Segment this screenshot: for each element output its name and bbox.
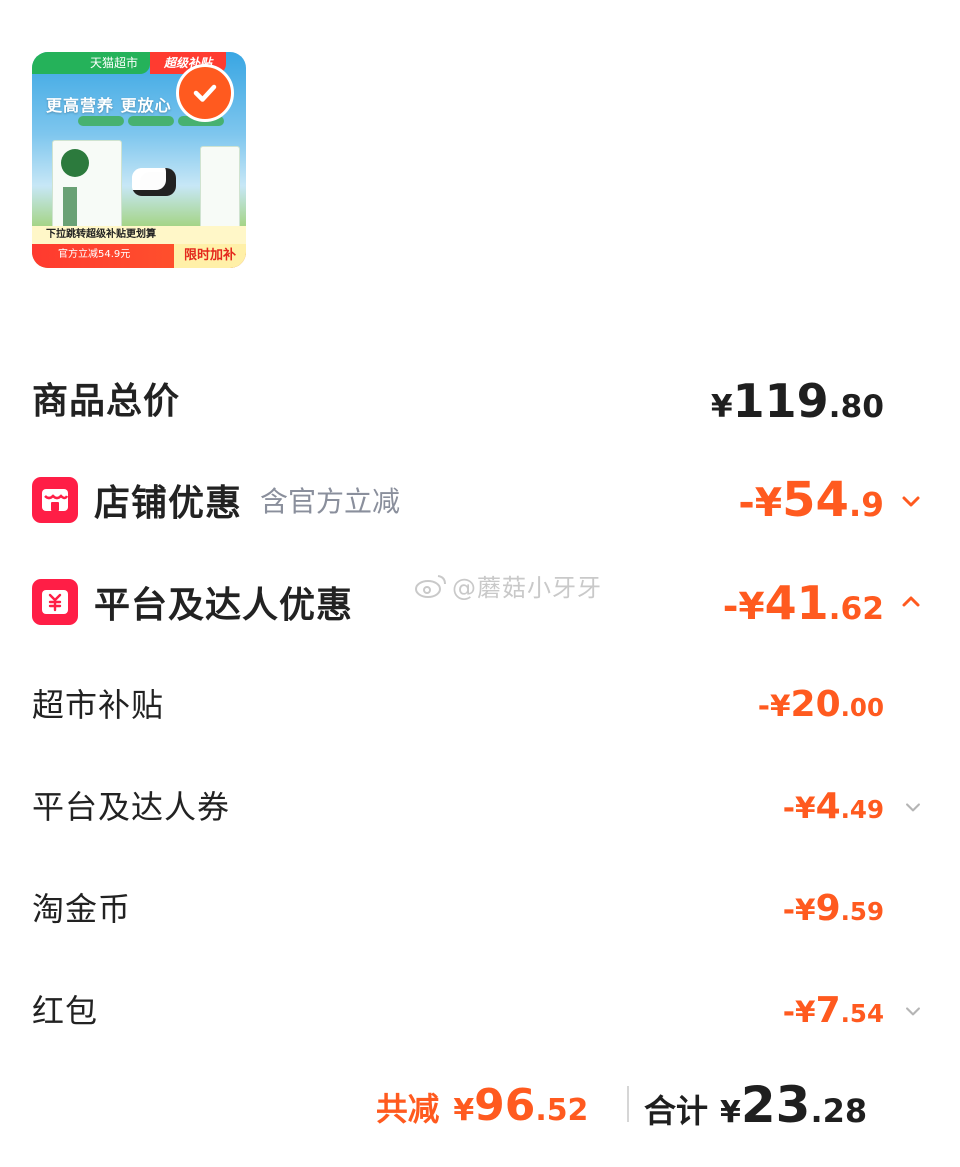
sub-discount-row: 淘金币 -¥9.59 bbox=[32, 884, 924, 929]
sub-discount-row[interactable]: 平台及达人券 -¥4.49 bbox=[32, 782, 924, 827]
platform-discount-int: 41 bbox=[764, 576, 829, 630]
store-discount-price: -¥54.9 bbox=[738, 472, 884, 528]
sub-discount-dec: .00 bbox=[840, 693, 884, 722]
sub-discount-currency: -¥ bbox=[782, 791, 816, 825]
sub-discount-dec: .54 bbox=[840, 999, 884, 1028]
sub-discount-int: 7 bbox=[815, 990, 841, 1031]
watermark: @蘑菇小牙牙 bbox=[414, 568, 602, 603]
saved-amount: 共减 ¥96.52 bbox=[376, 1080, 588, 1131]
grand-total-int: 23 bbox=[740, 1076, 811, 1134]
chevron-up-icon[interactable] bbox=[898, 588, 924, 614]
sub-discount-int: 4 bbox=[815, 786, 841, 827]
watermark-text: @蘑菇小牙牙 bbox=[452, 574, 602, 602]
store-tag: 天猫超市 超级补贴 bbox=[32, 52, 226, 74]
total-currency: ¥ bbox=[710, 389, 733, 425]
sub-discount-dec: .59 bbox=[840, 897, 884, 926]
sub-discount-currency: -¥ bbox=[782, 995, 816, 1029]
saved-dec: .52 bbox=[535, 1093, 589, 1128]
product-headline: 更高营养 更放心 bbox=[46, 96, 172, 115]
store-tag-text: 天猫超市 bbox=[90, 56, 139, 70]
saved-int: 96 bbox=[474, 1080, 536, 1131]
sub-discount-currency: -¥ bbox=[782, 893, 816, 927]
promo-line: 下拉跳转超级补贴更划算 bbox=[32, 226, 246, 244]
total-row: 商品总价 ¥119.80 bbox=[32, 372, 924, 428]
sub-discount-row: 超市补贴 -¥20.00 bbox=[32, 680, 924, 725]
chevron-down-icon[interactable] bbox=[902, 796, 924, 818]
sub-discount-currency: -¥ bbox=[757, 689, 791, 723]
store-discount-row[interactable]: 店铺优惠 含官方立减 -¥54.9 bbox=[32, 472, 924, 528]
store-discount-note: 含官方立减 bbox=[260, 485, 401, 518]
total-amount-int: 119 bbox=[732, 374, 829, 428]
sub-discount-row[interactable]: 红包 -¥7.54 bbox=[32, 986, 924, 1031]
store-discount-currency: -¥ bbox=[738, 480, 783, 526]
sub-discount-price: -¥7.54 bbox=[783, 990, 884, 1031]
store-discount-label: 店铺优惠 bbox=[94, 483, 243, 524]
total-amount-dec: .80 bbox=[828, 389, 884, 425]
platform-discount-price: -¥41.62 bbox=[723, 576, 884, 630]
sub-discount-price: -¥4.49 bbox=[783, 786, 884, 827]
sub-discount-int: 20 bbox=[790, 684, 841, 725]
promo-bottom-bar: 官方立减54.9元 限时加补 bbox=[32, 244, 246, 268]
cow-image bbox=[132, 168, 176, 196]
promo-discount: 官方立减54.9元 bbox=[58, 249, 131, 260]
coupon-icon bbox=[32, 579, 78, 625]
saved-currency: ¥ bbox=[453, 1093, 475, 1128]
platform-discount-label: 平台及达人优惠 bbox=[94, 585, 354, 626]
weibo-icon bbox=[415, 574, 446, 598]
footer-divider bbox=[627, 1086, 629, 1122]
chevron-down-icon[interactable] bbox=[902, 1000, 924, 1022]
chevron-down-icon[interactable] bbox=[898, 488, 924, 514]
saved-label: 共减 bbox=[376, 1092, 440, 1128]
sub-discount-price: -¥20.00 bbox=[758, 684, 884, 725]
grand-total-currency: ¥ bbox=[720, 1095, 741, 1130]
store-discount-int: 54 bbox=[782, 472, 849, 528]
promo-badge: 限时加补 bbox=[174, 244, 246, 268]
sub-discount-dec: .49 bbox=[840, 795, 884, 824]
store-discount-dec: .9 bbox=[848, 486, 884, 524]
sub-discount-price: -¥9.59 bbox=[783, 888, 884, 929]
sub-discount-int: 9 bbox=[815, 888, 841, 929]
store-icon bbox=[32, 477, 78, 523]
grand-total-dec: .28 bbox=[810, 1092, 868, 1130]
grand-total-label: 合计 bbox=[644, 1092, 709, 1130]
platform-discount-dec: .62 bbox=[828, 591, 884, 627]
selected-check-icon[interactable] bbox=[176, 64, 234, 122]
total-price: ¥119.80 bbox=[711, 374, 884, 428]
grand-total: 合计 ¥23.28 bbox=[644, 1076, 867, 1134]
platform-discount-currency: -¥ bbox=[722, 584, 765, 628]
